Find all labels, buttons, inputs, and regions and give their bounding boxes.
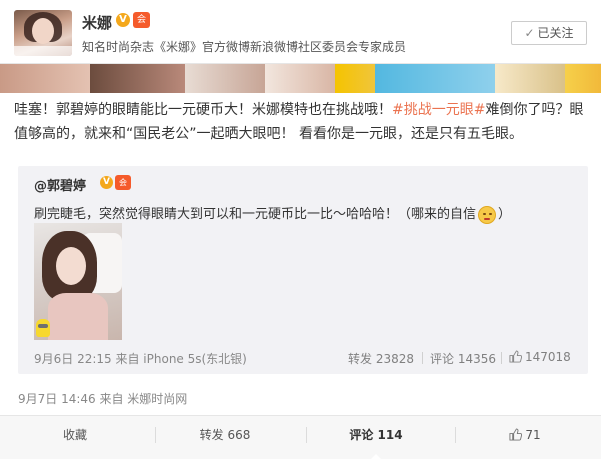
verified-icon: V bbox=[100, 176, 113, 189]
repost-card: @郭碧婷 V 会 刷完睫毛，突然觉得眼睛大到可以和一元硬币比一比～哈哈哈！（哪来… bbox=[18, 166, 588, 374]
repost-text: 刷完睫毛，突然觉得眼睛大到可以和一元硬币比一比～哈哈哈！（哪来的自信 ） bbox=[34, 203, 511, 224]
comment-button[interactable]: 评论 114 bbox=[306, 416, 446, 459]
favorite-button[interactable]: 收藏 bbox=[9, 416, 141, 459]
active-tab-arrow bbox=[370, 454, 382, 459]
repost-meta[interactable]: 9月6日 22:15 来自 iPhone 5s(东北银) bbox=[34, 350, 247, 367]
repost-username[interactable]: @郭碧婷 bbox=[34, 175, 86, 194]
comment-label: 评论 114 bbox=[349, 428, 403, 442]
repost-button[interactable]: 转发 668 bbox=[155, 416, 295, 459]
repost-text-part-a: 刷完睫毛，突然觉得眼睛大到可以和一元硬币比一比～哈哈哈！（哪来的自信 bbox=[34, 207, 477, 222]
member-icon: 会 bbox=[133, 12, 150, 28]
like-label: 71 bbox=[525, 428, 541, 442]
favorite-label: 收藏 bbox=[62, 428, 87, 442]
blush-emoji-icon bbox=[478, 205, 497, 224]
like-button[interactable]: 71 bbox=[455, 416, 595, 459]
member-icon: 会 bbox=[115, 175, 131, 190]
post-text-part-a: 哇塞！郭碧婷的眼睛能比一元硬币大！米娜模特也在挑战哦！ bbox=[14, 102, 392, 118]
like-count: 147018 bbox=[525, 350, 571, 364]
follow-button[interactable]: ✓ 已关注 bbox=[511, 21, 587, 45]
post-header: 米娜 V 会 知名时尚杂志《米娜》官方微博新浪微博社区委员会专家成员 ✓ 已关注 bbox=[0, 0, 601, 64]
repost-text-part-b: ） bbox=[498, 207, 512, 222]
post-meta[interactable]: 9月7日 14:46 来自 米娜时尚网 bbox=[18, 390, 187, 407]
user-description: 知名时尚杂志《米娜》官方微博新浪微博社区委员会专家成员 bbox=[82, 40, 407, 54]
follow-label: 已关注 bbox=[537, 26, 574, 40]
topic-link[interactable]: #挑战一元眼# bbox=[392, 102, 485, 118]
cover-photos bbox=[0, 60, 601, 93]
comment-count: 评论 14356 bbox=[430, 352, 496, 366]
thumb-up-icon bbox=[509, 350, 522, 363]
avatar[interactable] bbox=[14, 10, 72, 56]
verified-icon: V bbox=[116, 13, 130, 27]
repost-label: 转发 668 bbox=[199, 428, 251, 442]
repost-count-link[interactable]: 转发 23828 bbox=[348, 350, 414, 367]
repost-count: 转发 23828 bbox=[348, 352, 414, 366]
post-text: 哇塞！郭碧婷的眼睛能比一元硬币大！米娜模特也在挑战哦！#挑战一元眼#难倒你了吗？… bbox=[14, 98, 590, 146]
check-icon: ✓ bbox=[524, 26, 535, 40]
username[interactable]: 米娜 bbox=[82, 12, 112, 33]
repost-photo[interactable] bbox=[34, 223, 122, 340]
thumb-up-icon bbox=[509, 428, 523, 441]
comment-count-link[interactable]: 评论 14356 bbox=[422, 350, 496, 367]
minion-sticker bbox=[36, 319, 50, 337]
like-count-link[interactable]: 147018 bbox=[501, 350, 571, 364]
action-bar: 收藏 转发 668 评论 114 71 bbox=[0, 415, 601, 459]
